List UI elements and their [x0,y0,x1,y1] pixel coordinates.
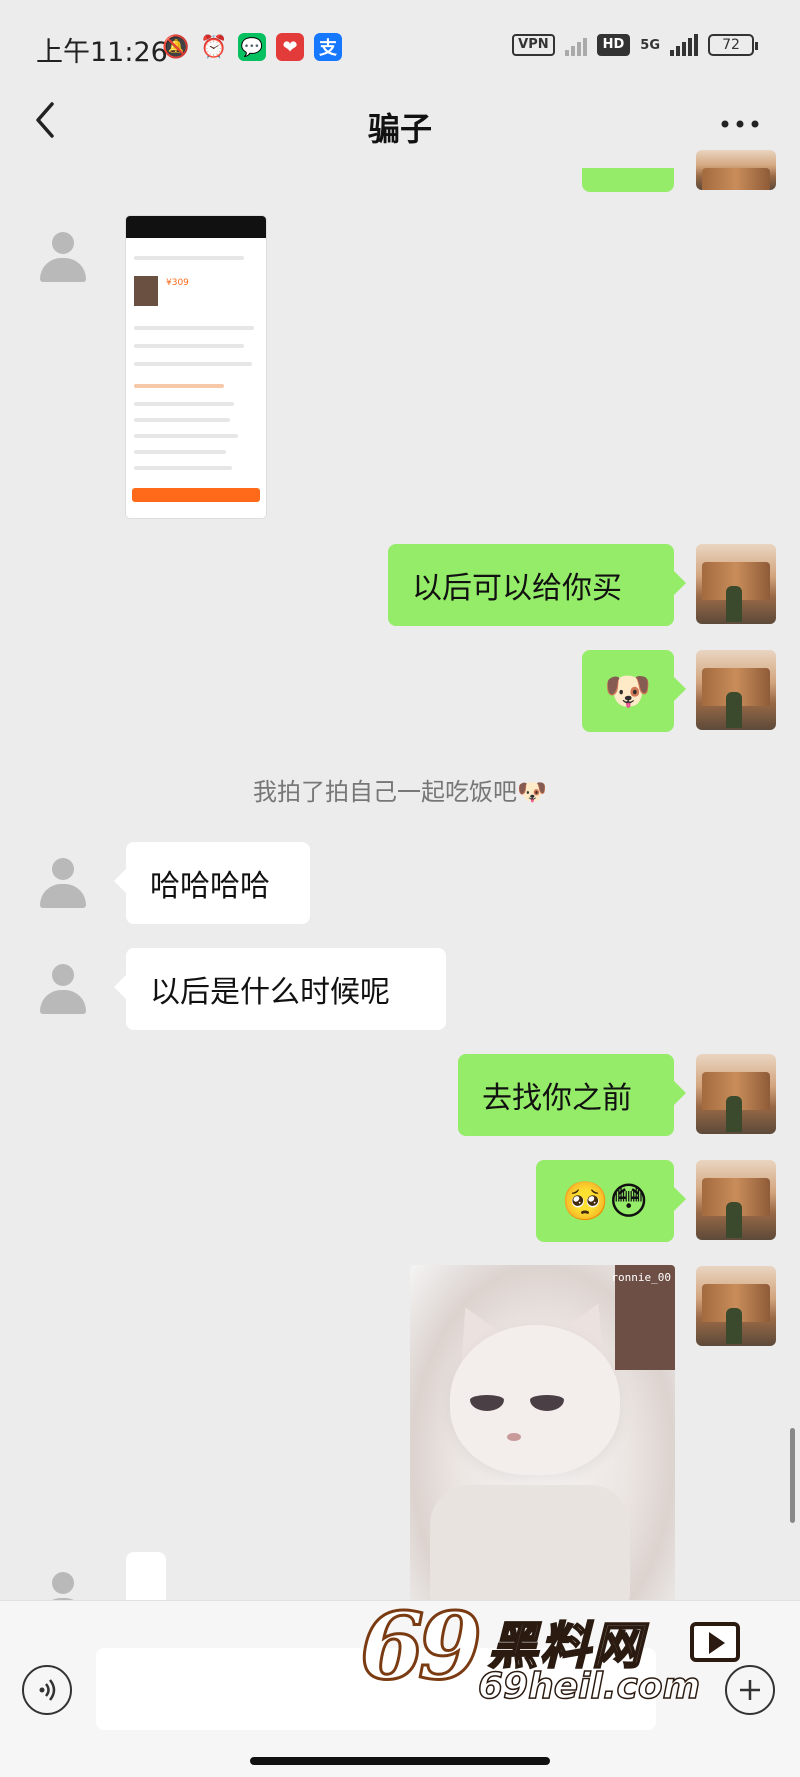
more-button[interactable] [710,100,770,150]
mute-icon: 🔕 [162,34,190,60]
chat-title: 骗子 [367,110,432,148]
avatar-self[interactable] [696,1266,776,1346]
wifi-signal-icon [564,34,587,56]
message-image-screenshot[interactable]: ¥309 [126,216,266,518]
message-bubble[interactable]: 去找你之前 [458,1054,686,1136]
message-text: 哈哈哈哈 [150,869,270,904]
scrollbar[interactable] [790,1428,795,1523]
voice-button[interactable] [22,1665,72,1715]
message-bubble-emoji[interactable]: 🐶 [582,650,686,732]
play-icon [690,1622,740,1662]
hd-icon: HD [596,34,631,56]
cell-signal-icon [670,34,698,56]
avatar-contact[interactable] [34,960,92,1018]
screenshot-buy-button [132,488,260,502]
battery-icon: 72 [708,34,758,56]
status-system-icons: VPN HD 5G 72 [512,34,758,56]
avatar-self[interactable] [696,1160,776,1240]
message-bubble[interactable]: 以后是什么时候呢 [114,948,446,1030]
image-watermark-text: ronnie_00 [611,1271,671,1284]
doge-emoji: 🐶 [604,668,652,713]
pleading-emoji: 🥺😳 [561,1178,649,1223]
watermark-domain: 69heil.com [477,1665,701,1708]
home-indicator[interactable] [250,1757,550,1765]
message-image-cat[interactable]: ronnie_00 [410,1265,675,1615]
message-bubble-partial[interactable] [582,168,674,192]
alarm-icon: ⏰ [200,34,228,60]
avatar-self[interactable] [696,650,776,730]
wechat-icon: 💬 [238,33,266,61]
avatar-self[interactable] [696,150,776,190]
site-watermark: 69 黑料网 69heil.com [358,1591,760,1712]
network-type: 5G [640,37,660,53]
message-text: 以后是什么时候呢 [150,975,390,1010]
system-pat-message: 我拍了拍自己一起吃饭吧🐶 [253,778,547,806]
alipay-icon: 支 [314,33,342,61]
message-bubble-emoji[interactable]: 🥺😳 [536,1160,686,1242]
avatar-contact[interactable] [34,854,92,912]
product-thumbnail [134,276,158,306]
voice-icon [39,1679,56,1701]
screenshot-price: ¥309 [166,278,189,288]
message-bubble-partial[interactable] [126,1552,166,1602]
message-text: 去找你之前 [482,1081,632,1116]
watermark-logo: 69 [358,1591,483,1702]
avatar-contact[interactable] [34,228,92,286]
avatar-self[interactable] [696,1054,776,1134]
more-icon [721,120,759,128]
avatar-self[interactable] [696,544,776,624]
vpn-icon: VPN [512,34,555,56]
status-time: 上午11:26 [36,37,168,68]
message-text: 以后可以给你买 [412,571,622,606]
message-bubble[interactable]: 哈哈哈哈 [114,842,310,924]
message-bubble[interactable]: 以后可以给你买 [388,544,686,626]
app-icon: ❤ [276,33,304,61]
status-notification-icons: 🔕 ⏰ 💬 ❤ 支 [162,30,342,64]
